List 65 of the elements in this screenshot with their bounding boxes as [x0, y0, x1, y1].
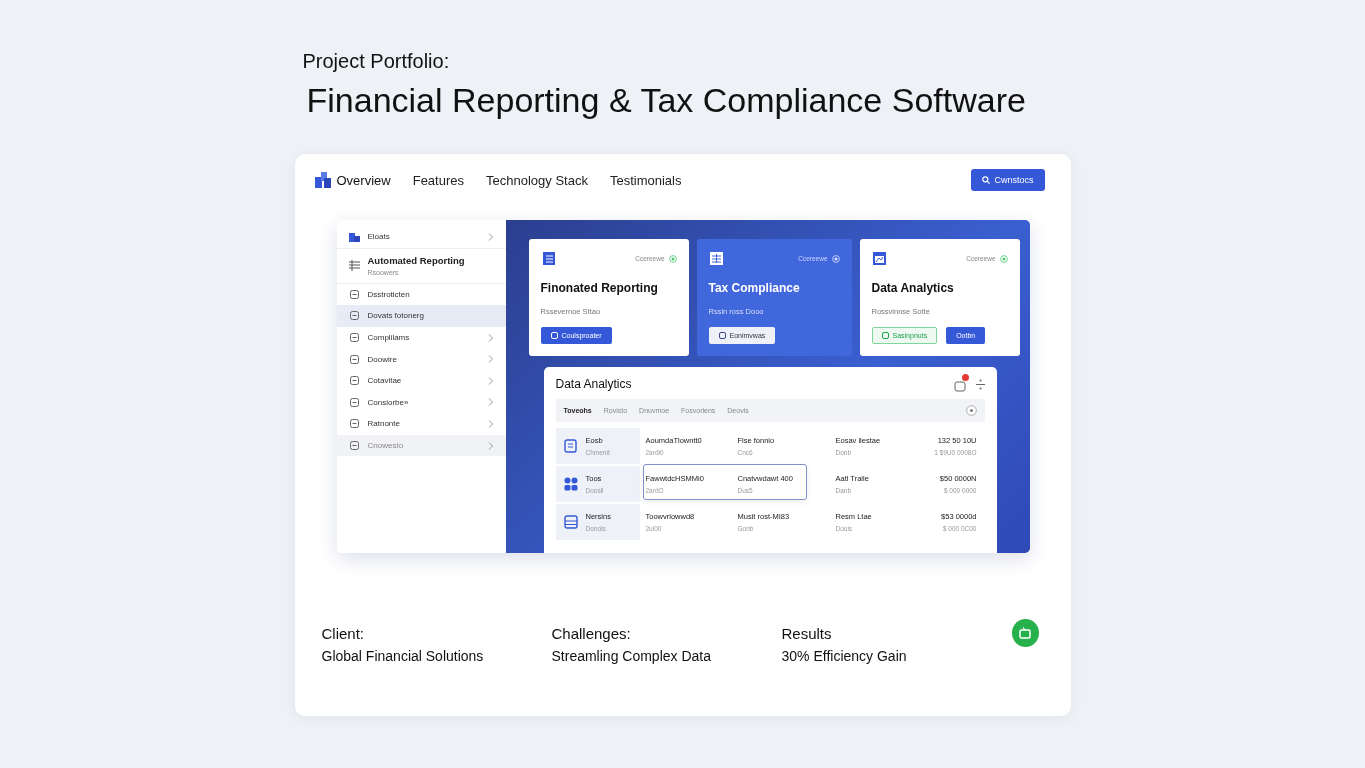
- item-icon: [348, 332, 360, 344]
- record-icon: [965, 405, 977, 416]
- item-icon: [348, 260, 360, 272]
- item-icon: [348, 396, 360, 408]
- sidebar-item[interactable]: Consiorbe»: [336, 391, 506, 414]
- panel-title: Data Analytics: [555, 377, 632, 391]
- nav-link[interactable]: Technology Stack: [486, 172, 588, 188]
- item-icon: [348, 440, 360, 452]
- sidebar-item[interactable]: Eloats: [336, 226, 506, 248]
- sidebar-item[interactable]: Complilams: [336, 326, 506, 349]
- chat-icon: [1019, 627, 1031, 639]
- row-icon: [563, 439, 578, 453]
- item-label: Ratnonte: [367, 419, 401, 429]
- nav-link[interactable]: Features: [412, 172, 464, 188]
- row-icon: [563, 477, 578, 491]
- item-label: Automated Reporting: [367, 255, 466, 267]
- page-title: Financial Reporting & Tax Compliance Software: [306, 81, 1027, 120]
- document-icon: [540, 251, 556, 266]
- search-button[interactable]: Cwnstocs: [971, 169, 1045, 191]
- item-label: Consiorbe»: [367, 397, 410, 407]
- nav-link[interactable]: Overview: [336, 172, 391, 188]
- row-icon: [563, 515, 578, 529]
- document-icon: [871, 251, 887, 266]
- sidebar-item[interactable]: Dsstroticten: [336, 283, 506, 306]
- sidebar-item[interactable]: Cotavitae: [336, 369, 506, 392]
- tag-icon: [718, 332, 726, 339]
- page-eyebrow: Project Portfolio:: [302, 50, 451, 73]
- search-icon: [982, 176, 991, 184]
- tag-icon: [881, 332, 889, 339]
- status-dot-icon: [999, 254, 1008, 263]
- item-icon: [348, 288, 360, 300]
- notification-icon: [953, 380, 966, 392]
- item-icon: [348, 231, 360, 243]
- item-label: Dsstroticten: [367, 289, 411, 299]
- divide-icon: [975, 378, 985, 390]
- item-label: Complilams: [367, 333, 411, 343]
- document-icon: [708, 251, 724, 266]
- item-icon: [348, 375, 360, 387]
- summary-label: Client:: [321, 625, 366, 642]
- card-title: Data Analytics: [871, 281, 955, 295]
- card-title: Finonated Reporting: [540, 281, 659, 295]
- tag-icon: [550, 332, 558, 339]
- summary-label: Results: [781, 625, 833, 642]
- summary-value: Streamling Complex Data: [551, 648, 712, 664]
- summary-value: 30% Efficiency Gain: [781, 648, 908, 664]
- item-label: Dovats fotonerg: [367, 311, 425, 321]
- summary-label: Challenges:: [551, 625, 632, 642]
- sidebar-item[interactable]: Ratnonte: [336, 413, 506, 435]
- logo-icon: [314, 172, 331, 188]
- summary-value: Global Financial Solutions: [321, 648, 485, 664]
- item-icon: [348, 310, 360, 322]
- item-icon: [348, 418, 360, 430]
- item-label: Cnowesto: [367, 441, 405, 451]
- nav-link[interactable]: Testimonials: [609, 172, 682, 188]
- item-label: Doowire: [367, 354, 398, 364]
- item-icon: [348, 353, 360, 365]
- status-dot-icon: [668, 254, 677, 263]
- sidebar-item[interactable]: Dovats fotonerg: [336, 305, 506, 327]
- status-dot-icon: [831, 254, 840, 263]
- item-label: Cotavitae: [367, 376, 403, 386]
- chat-button[interactable]: [1011, 619, 1039, 647]
- sidebar-item[interactable]: Doowire: [336, 348, 506, 370]
- card-title: Tax Compliance: [708, 281, 801, 295]
- item-label: Eloats: [367, 232, 391, 242]
- notification-badge: [961, 374, 969, 381]
